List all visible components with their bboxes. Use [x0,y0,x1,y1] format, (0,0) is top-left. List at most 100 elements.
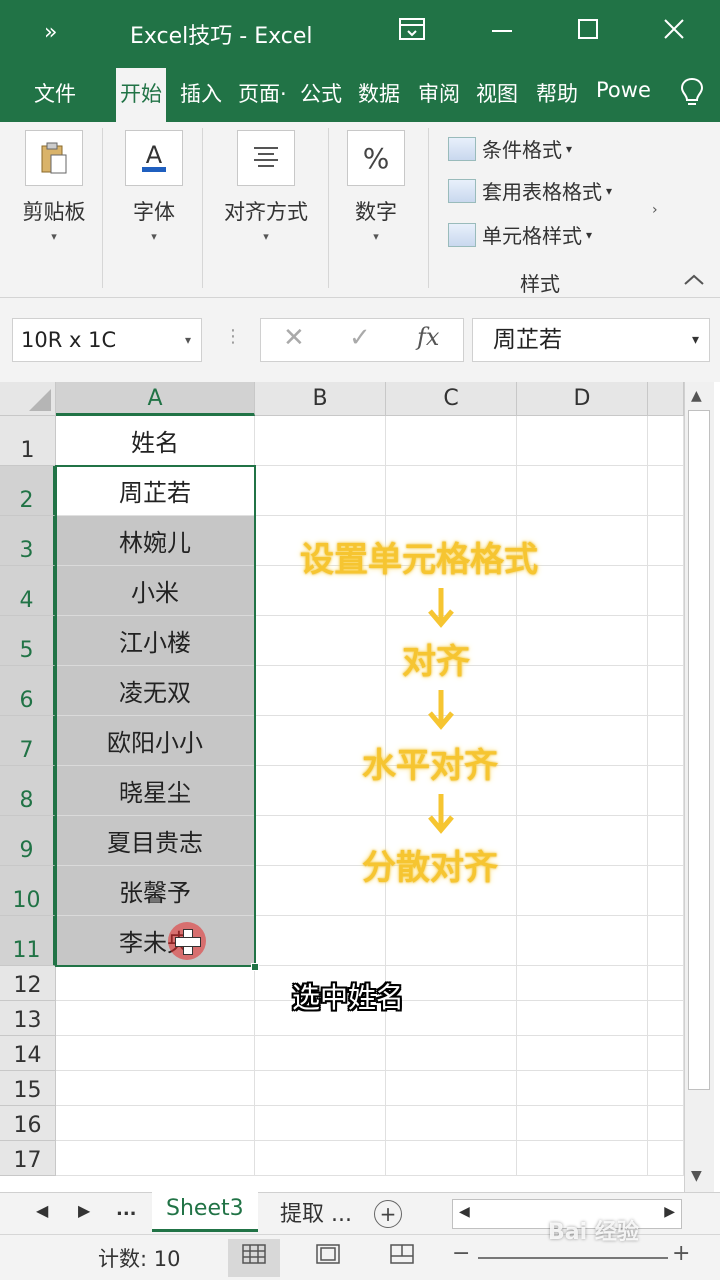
grid-cell[interactable] [648,566,684,616]
format-as-table-button[interactable]: 套用表格格式 ▾ [448,176,612,205]
tab-page-layout[interactable]: 页面· [238,78,287,108]
page-break-view-icon[interactable] [376,1239,428,1277]
name-cell[interactable] [56,1106,255,1141]
grid-cell[interactable] [517,1106,648,1141]
chevron-down-icon[interactable]: ▾ [185,319,191,361]
grid-cell[interactable] [648,966,684,1001]
font-group[interactable]: A 字体 ▾ [122,130,186,243]
grid-cell[interactable] [517,866,648,916]
fill-handle[interactable] [251,963,259,971]
formula-bar-grip[interactable]: ⋮ [224,326,242,347]
conditional-formatting-button[interactable]: 条件格式 ▾ [448,134,572,163]
grid-cell[interactable] [517,816,648,866]
name-cell[interactable]: 江小楼 [56,616,255,666]
insert-function-icon[interactable]: fx [417,323,439,351]
name-cell[interactable] [56,1036,255,1071]
vertical-scrollbar[interactable]: ▲ ▼ [684,382,714,1192]
normal-view-icon[interactable] [228,1239,280,1277]
grid-cell[interactable] [517,1036,648,1071]
add-sheet-button[interactable]: + [374,1200,402,1228]
row-header[interactable]: 2 [0,466,56,516]
grid-cell[interactable] [517,766,648,816]
grid-cell[interactable] [255,1071,386,1106]
row-header[interactable]: 7 [0,716,56,766]
grid-cell[interactable] [648,716,684,766]
grid-cell[interactable] [648,1141,684,1176]
sheet-prev-icon[interactable]: ◀ [36,1201,48,1220]
grid-cell[interactable] [386,1071,517,1106]
number-group[interactable]: % 数字 ▾ [344,130,408,243]
name-cell[interactable] [56,966,255,1001]
name-cell[interactable]: 晓星尘 [56,766,255,816]
grid-cell[interactable] [386,966,517,1001]
grid-cell[interactable] [255,616,386,666]
close-icon[interactable] [654,16,694,50]
row-header[interactable]: 5 [0,616,56,666]
grid-cell[interactable] [517,716,648,766]
grid-cell[interactable] [255,916,386,966]
name-cell[interactable]: 小米 [56,566,255,616]
scroll-thumb[interactable] [688,410,710,1090]
tab-formulas[interactable]: 公式 [300,78,342,108]
grid-cell[interactable] [648,1036,684,1071]
sheet-more-left[interactable]: ... [116,1199,137,1220]
tab-data[interactable]: 数据 [358,78,400,108]
grid-cell[interactable] [648,516,684,566]
tab-insert[interactable]: 插入 [180,78,222,108]
column-header-b[interactable]: B [255,382,386,416]
alignment-group[interactable]: 对齐方式 ▾ [218,130,314,243]
grid-cell[interactable] [648,916,684,966]
column-header-a[interactable]: A [56,382,255,416]
maximize-icon[interactable] [568,16,608,50]
name-cell[interactable]: 夏目贵志 [56,816,255,866]
grid-cell[interactable] [255,466,386,516]
formula-input[interactable]: 周芷若 ▾ [472,318,710,362]
chevron-down-icon[interactable]: ▾ [692,319,699,361]
grid-cell[interactable] [648,866,684,916]
row-header[interactable]: 6 [0,666,56,716]
tab-view[interactable]: 视图 [476,78,518,108]
header-cell-name[interactable]: 姓名 [56,416,255,466]
row-header[interactable]: 11 [0,916,56,966]
grid-cell[interactable] [517,916,648,966]
name-cell[interactable]: 李未央 [56,916,255,966]
grid-cell[interactable] [648,616,684,666]
tab-power[interactable]: Powe [596,78,651,102]
tab-sheet3[interactable]: Sheet3 [152,1192,258,1232]
row-header[interactable]: 13 [0,1001,56,1036]
column-header-c[interactable]: C [386,382,517,416]
column-header-d[interactable]: D [517,382,648,416]
tab-help[interactable]: 帮助 [536,78,578,108]
name-cell[interactable]: 欧阳小小 [56,716,255,766]
zoom-in-button[interactable]: + [672,1241,690,1266]
cell-styles-button[interactable]: 单元格样式 ▾ [448,220,592,249]
scroll-down-icon[interactable]: ▼ [691,1168,702,1184]
grid-cell[interactable] [648,416,684,466]
zoom-out-button[interactable]: − [452,1241,470,1266]
cancel-icon[interactable]: ✕ [283,323,305,353]
grid-cell[interactable] [517,466,648,516]
tab-review[interactable]: 审阅 [418,78,460,108]
row-header[interactable]: 4 [0,566,56,616]
zoom-slider[interactable] [478,1257,668,1259]
minimize-icon[interactable] [482,16,522,50]
grid-cell[interactable] [255,1036,386,1071]
name-cell[interactable] [56,1071,255,1106]
row-header[interactable]: 14 [0,1036,56,1071]
grid-cell[interactable] [386,1036,517,1071]
ribbon-display-icon[interactable] [392,16,432,50]
grid-cell[interactable] [255,666,386,716]
collapse-ribbon-icon[interactable] [682,272,706,292]
grid-cell[interactable] [386,416,517,466]
clipboard-group[interactable]: 剪贴板 ▾ [16,130,92,243]
row-header[interactable]: 3 [0,516,56,566]
grid-cell[interactable] [648,816,684,866]
grid-cell[interactable] [648,466,684,516]
grid-cell[interactable] [517,416,648,466]
grid-cell[interactable] [386,466,517,516]
grid-cell[interactable] [255,1106,386,1141]
name-cell[interactable]: 林婉儿 [56,516,255,566]
enter-icon[interactable]: ✓ [349,323,371,353]
grid-cell[interactable] [255,1141,386,1176]
grid-cell[interactable] [517,1071,648,1106]
